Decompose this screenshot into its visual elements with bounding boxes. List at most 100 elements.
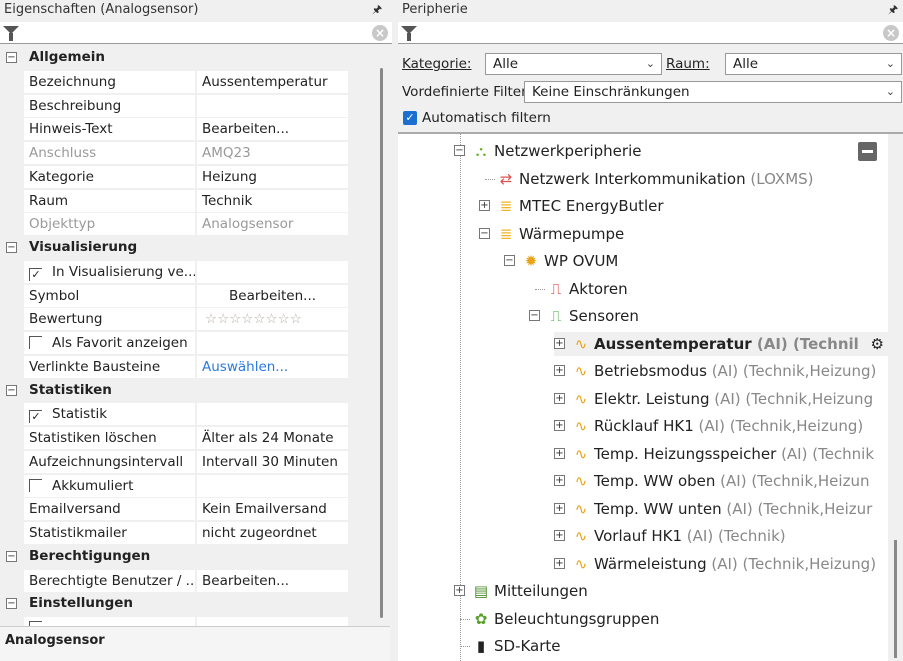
- tree-filter-input[interactable]: ×: [398, 22, 903, 44]
- collapse-icon[interactable]: −: [6, 384, 17, 396]
- tree-node[interactable]: ⎍ Aktoren: [529, 277, 888, 301]
- property-value[interactable]: Bearbeiten...: [197, 118, 348, 141]
- pin-icon[interactable]: 🖈: [372, 1, 382, 20]
- collapse-icon[interactable]: −: [454, 145, 465, 156]
- expand-icon[interactable]: +: [554, 502, 565, 514]
- expand-icon[interactable]: +: [554, 365, 565, 376]
- scrollbar-thumb[interactable]: [894, 540, 897, 658]
- checkbox[interactable]: [29, 336, 42, 349]
- tree-node[interactable]: + ∿ Elektr. Leistung (AI) (Technik,Heizung: [554, 387, 888, 411]
- property-value[interactable]: [197, 474, 348, 497]
- property-row[interactable]: ✓ In Visualisierung ve...: [0, 260, 348, 283]
- property-row[interactable]: Statistiken löschen Älter als 24 Monate: [0, 426, 348, 449]
- property-row[interactable]: Objekttyp Analogsensor: [0, 212, 348, 236]
- property-filter-input[interactable]: ×: [0, 22, 392, 44]
- expand-icon[interactable]: +: [479, 200, 490, 211]
- property-row[interactable]: Raum Technik: [0, 189, 348, 212]
- expand-icon[interactable]: +: [454, 585, 465, 596]
- property-value[interactable]: Heizung: [197, 165, 348, 188]
- tree-node[interactable]: − ✹ WP OVUM: [504, 249, 888, 273]
- property-row[interactable]: Verlinkte Bausteine Auswählen...: [0, 355, 348, 378]
- scrollbar[interactable]: [372, 46, 390, 626]
- collapse-icon[interactable]: −: [6, 550, 17, 562]
- property-value[interactable]: Auswählen...: [197, 355, 348, 378]
- category-select[interactable]: Alle ⌄: [485, 53, 662, 75]
- section-header[interactable]: − Statistiken: [0, 379, 348, 402]
- tree-node[interactable]: + ∿ Temp. WW unten (AI) (Technik,Heizur: [554, 497, 888, 521]
- predefined-filter-select[interactable]: Keine Einschränkungen ⌄: [524, 81, 902, 103]
- auto-filter-checkbox[interactable]: ✓: [403, 111, 417, 125]
- property-value[interactable]: ☆☆☆☆☆☆☆☆: [197, 308, 348, 331]
- expand-icon[interactable]: +: [554, 420, 565, 431]
- property-row[interactable]: Bezeichnung Aussentemperatur: [0, 70, 348, 93]
- section-header[interactable]: − Visualisierung: [0, 236, 348, 259]
- collapse-icon[interactable]: −: [504, 255, 515, 266]
- checkbox[interactable]: ✓: [29, 410, 42, 424]
- property-value[interactable]: nicht zugeordnet: [197, 522, 348, 544]
- property-value[interactable]: Intervall 30 Minuten: [197, 450, 348, 473]
- property-value[interactable]: [197, 332, 348, 354]
- collapse-icon[interactable]: −: [529, 310, 540, 321]
- property-value[interactable]: [197, 94, 348, 117]
- tree-node[interactable]: ✿ Beleuchtungsgruppen: [454, 607, 888, 631]
- property-row[interactable]: Emailversand Kein Emailversand: [0, 497, 348, 521]
- property-row[interactable]: ✓ Statistik: [0, 402, 348, 426]
- scrollbar-thumb[interactable]: [380, 68, 383, 618]
- section-header[interactable]: − Berechtigungen: [0, 545, 348, 568]
- property-row[interactable]: Beschreibung: [0, 94, 348, 117]
- property-value[interactable]: Technik: [197, 189, 348, 212]
- tree-node[interactable]: + ∿ Aussentemperatur (AI) (Technil ⚙: [554, 331, 888, 356]
- settings-gear-icon[interactable]: ⚙: [871, 332, 884, 356]
- section-header[interactable]: − Allgemein: [0, 46, 348, 69]
- tree-node[interactable]: − ⛬ Netzwerkperipherie: [454, 139, 888, 163]
- collapse-icon[interactable]: −: [6, 242, 17, 253]
- property-value[interactable]: Kein Emailversand: [197, 498, 348, 521]
- tree-node[interactable]: + ≣ MTEC EnergyButler: [479, 194, 888, 218]
- tree-node[interactable]: + ∿ Temp. WW oben (AI) (Technik,Heizun: [554, 469, 888, 493]
- property-row[interactable]: Bewertung ☆☆☆☆☆☆☆☆: [0, 307, 348, 331]
- tree-node[interactable]: + ∿ Betriebsmodus (AI) (Technik,Heizung): [554, 359, 888, 383]
- property-value[interactable]: AMQ23: [197, 142, 348, 164]
- property-value[interactable]: [197, 403, 348, 426]
- tree-node[interactable]: + ∿ Vorlauf HK1 (AI) (Technik): [554, 524, 888, 548]
- property-value[interactable]: Bearbeiten...: [197, 569, 348, 592]
- collapse-icon[interactable]: −: [6, 52, 17, 63]
- tree-node[interactable]: − ≣ Wärmepumpe: [479, 222, 888, 246]
- property-value[interactable]: Aussentemperatur: [197, 70, 348, 93]
- property-row[interactable]: Aufzeichnungsintervall Intervall 30 Minut…: [0, 450, 348, 473]
- property-row[interactable]: Kategorie Heizung: [0, 165, 348, 188]
- clear-filter-icon[interactable]: ×: [883, 25, 899, 41]
- expand-icon[interactable]: +: [554, 530, 565, 541]
- property-row[interactable]: Anschluss AMQ23: [0, 141, 348, 164]
- expand-icon[interactable]: +: [554, 392, 565, 404]
- collapse-icon[interactable]: −: [479, 227, 490, 239]
- property-row[interactable]: Statistikmailer nicht zugeordnet: [0, 521, 348, 544]
- expand-icon[interactable]: +: [554, 337, 565, 349]
- tree-node[interactable]: ▮ SD-Karte: [454, 634, 888, 658]
- property-row[interactable]: Akkumuliert: [0, 474, 348, 497]
- scrollbar[interactable]: [888, 134, 903, 661]
- checkbox[interactable]: [29, 478, 42, 492]
- property-value[interactable]: Analogsensor: [197, 213, 348, 236]
- property-row[interactable]: Hinweis-Text Bearbeiten...: [0, 117, 348, 141]
- checkbox[interactable]: ✓: [29, 267, 42, 281]
- property-value[interactable]: Bearbeiten...: [197, 284, 348, 307]
- pin-icon[interactable]: 🖈: [888, 1, 898, 20]
- tree-node[interactable]: + ▤ Mitteilungen: [454, 579, 888, 603]
- tree-node[interactable]: + ∿ Temp. Heizungsspeicher (AI) (Technik: [554, 442, 888, 466]
- property-row[interactable]: Berechtigte Benutzer / ... Bearbeiten...: [0, 569, 348, 592]
- expand-icon[interactable]: +: [554, 557, 565, 569]
- property-value[interactable]: Älter als 24 Monate: [197, 427, 348, 449]
- section-header[interactable]: − Einstellungen: [0, 592, 348, 615]
- clear-filter-icon[interactable]: ×: [372, 25, 388, 41]
- tree-node[interactable]: + ∿ Wärmeleistung (AI) (Technik,Heizung): [554, 552, 888, 576]
- tree-node[interactable]: − ⎍ Sensoren: [529, 304, 888, 328]
- collapse-icon[interactable]: −: [6, 598, 17, 610]
- tree-node[interactable]: ⇄ Netzwerk Interkommunikation (LOXMS): [479, 167, 888, 191]
- property-value[interactable]: [197, 260, 348, 283]
- expand-icon[interactable]: +: [554, 447, 565, 459]
- property-row[interactable]: Symbol Bearbeiten...: [0, 284, 348, 307]
- tree-node[interactable]: + ∿ Rücklauf HK1 (AI) (Technik,Heizung): [554, 414, 888, 438]
- expand-icon[interactable]: +: [554, 475, 565, 486]
- property-row[interactable]: Als Favorit anzeigen: [0, 331, 348, 354]
